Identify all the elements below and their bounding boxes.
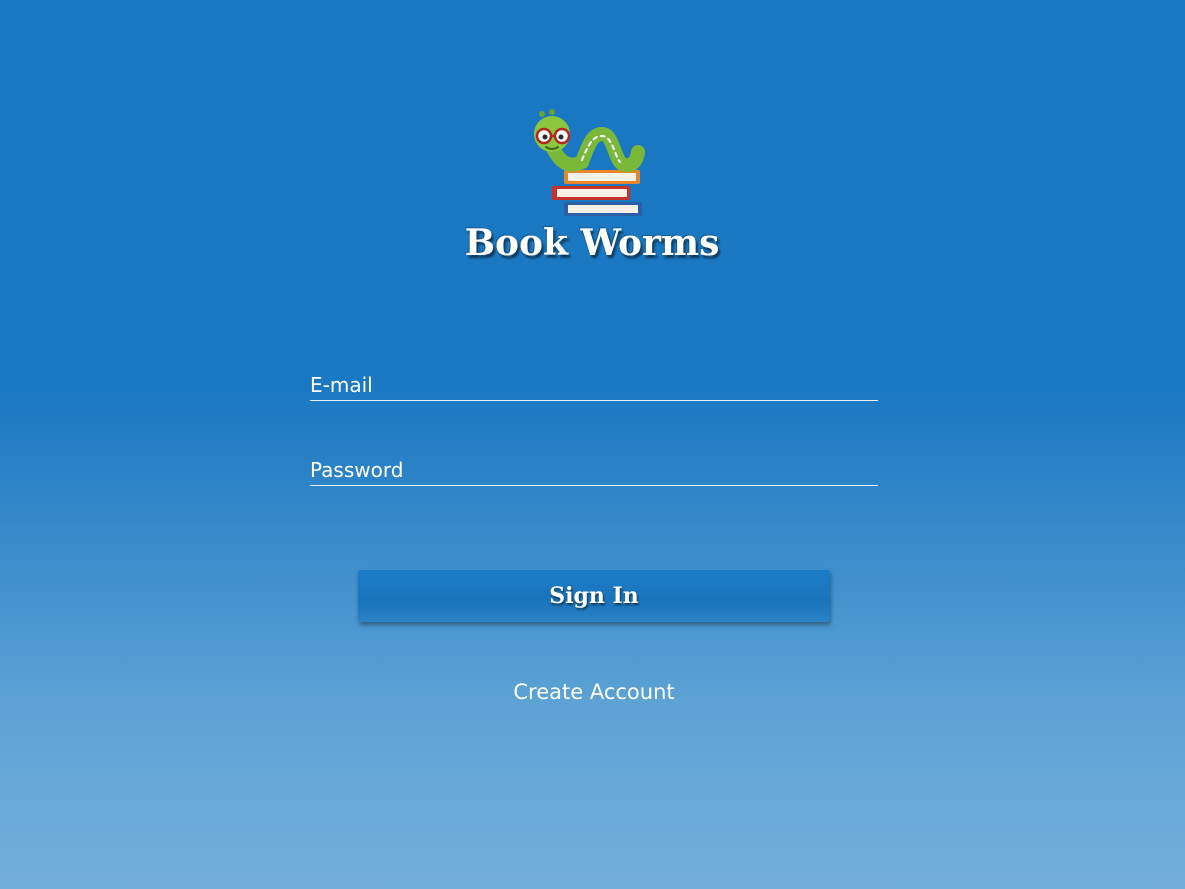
app-logo	[530, 106, 650, 221]
sign-in-label: Sign In	[549, 582, 639, 609]
bookworm-on-books-icon	[534, 109, 645, 216]
app-title: Book Worms	[464, 222, 720, 264]
email-input[interactable]	[310, 370, 878, 400]
password-field[interactable]	[310, 455, 878, 486]
email-field[interactable]	[310, 370, 878, 401]
sign-in-button[interactable]: Sign In	[358, 569, 830, 622]
password-input[interactable]	[310, 455, 878, 485]
create-account-link[interactable]: Create Account	[444, 680, 744, 704]
